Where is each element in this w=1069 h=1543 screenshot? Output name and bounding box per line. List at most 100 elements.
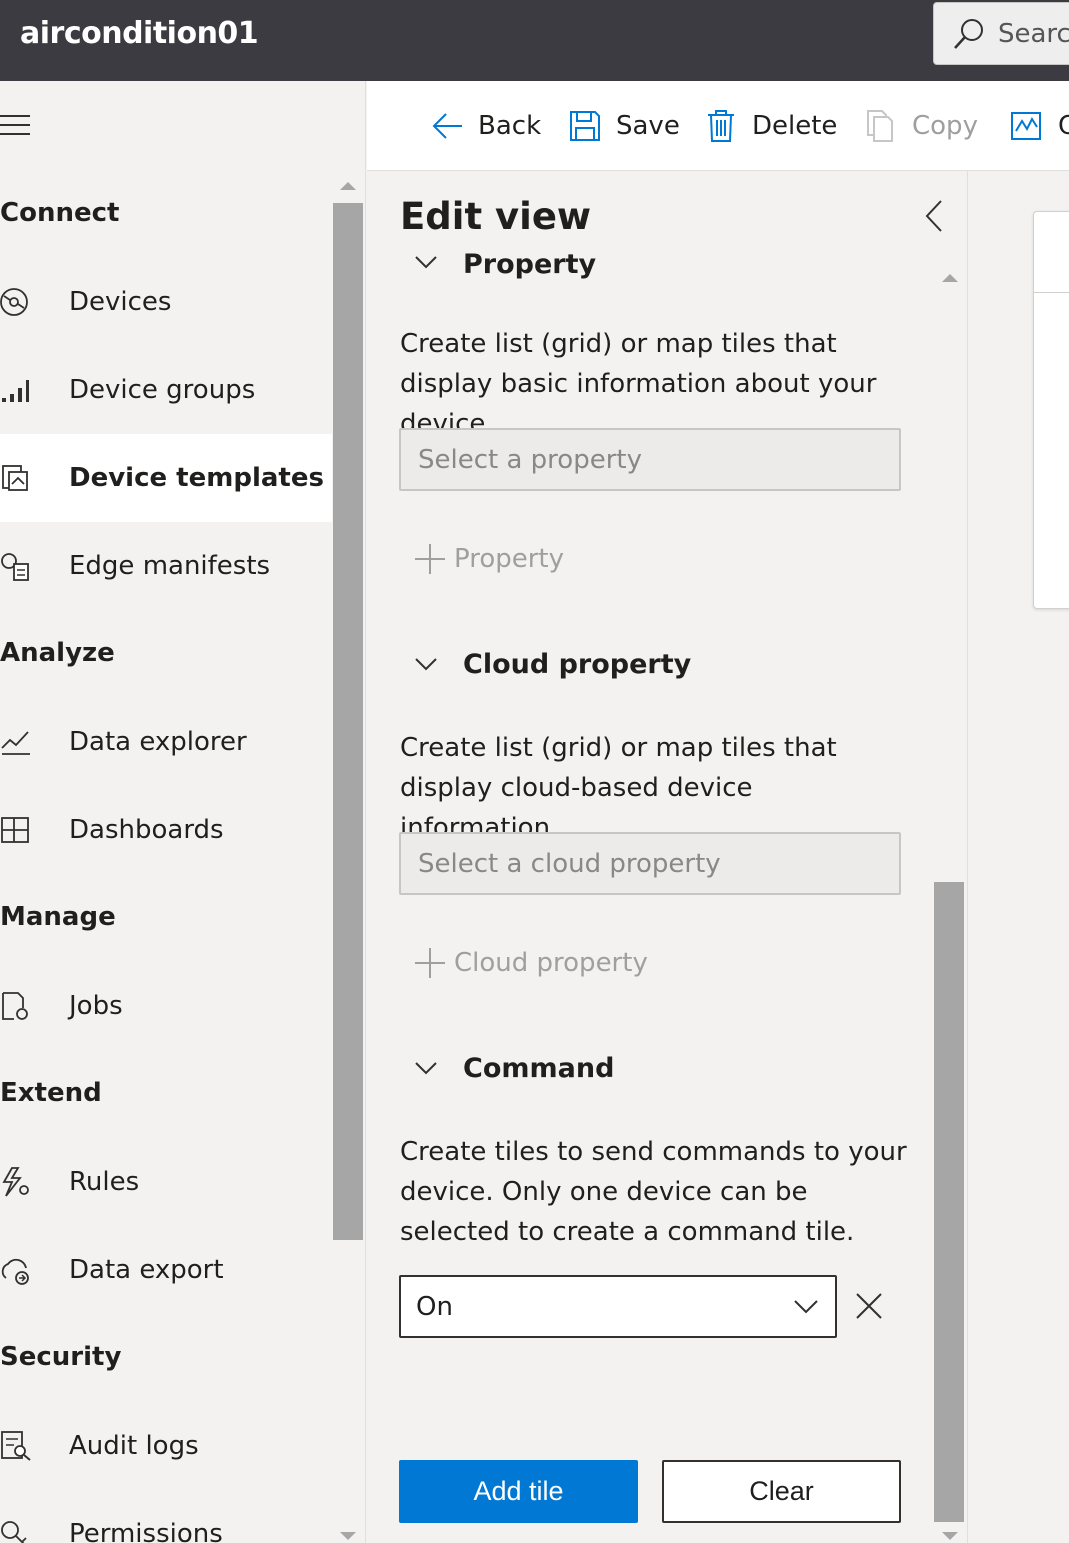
sidebar-item-label: Jobs: [69, 991, 123, 1021]
delete-label: Delete: [752, 111, 838, 141]
hamburger-menu-icon[interactable]: [0, 115, 32, 137]
nav-section-analyze: Analyze: [0, 638, 115, 668]
section-property-header[interactable]: Property: [414, 245, 596, 285]
top-header-bar: aircondition01 Search: [0, 0, 1069, 81]
sidebar-item-label: Data export: [69, 1255, 224, 1285]
configure-label: C: [1058, 111, 1069, 141]
property-description: Create list (grid) or map tiles that dis…: [400, 329, 877, 439]
select-property-placeholder: Select a property: [418, 444, 642, 475]
copy-label: Copy: [912, 111, 978, 141]
sidebar-scrollbar-thumb[interactable]: [333, 203, 363, 1240]
sidebar-item-devices[interactable]: Devices: [0, 258, 332, 346]
chevron-down-icon: [415, 1061, 437, 1074]
close-icon[interactable]: [855, 1292, 883, 1320]
command-dropdown[interactable]: On: [399, 1275, 837, 1338]
scroll-down-arrow-icon[interactable]: [942, 1532, 958, 1540]
device-groups-icon: [2, 380, 29, 402]
back-button[interactable]: Back: [430, 105, 541, 147]
nav-section-security: Security: [0, 1342, 122, 1372]
add-property-button[interactable]: Property: [414, 543, 564, 575]
sidebar-item-permissions[interactable]: Permissions: [0, 1490, 332, 1543]
sidebar-item-label: Audit logs: [69, 1431, 199, 1461]
sidebar-item-label: Permissions: [69, 1519, 223, 1543]
audit-logs-icon: [1, 1431, 31, 1461]
chevron-down-icon: [415, 256, 437, 269]
tile-divider: [1034, 292, 1069, 293]
edit-view-panel: Edit view Property Create list (grid) or…: [367, 171, 968, 1543]
save-icon: [570, 111, 600, 141]
chevron-down-icon: [794, 1300, 818, 1314]
trash-icon: [708, 110, 734, 142]
section-command-header[interactable]: Command: [414, 1053, 614, 1084]
rules-icon: [2, 1167, 29, 1197]
sidebar-item-jobs[interactable]: Jobs: [0, 962, 332, 1050]
back-arrow-icon: [432, 113, 462, 139]
sidebar-item-data-explorer[interactable]: Data explorer: [0, 698, 332, 786]
sidebar-item-label: Data explorer: [69, 727, 247, 757]
command-toolbar: Back Save Delete Copy C: [367, 81, 1069, 171]
sidebar-item-label: Edge manifests: [69, 551, 271, 581]
dashboards-icon: [1, 817, 29, 843]
select-cloud-property-placeholder: Select a cloud property: [418, 848, 721, 879]
search-icon: [954, 18, 983, 49]
sidebar-item-device-templates[interactable]: Device templates: [0, 434, 332, 522]
command-dropdown-value: On: [416, 1291, 453, 1322]
copy-button[interactable]: Copy: [864, 105, 978, 147]
sidebar-item-label: Dashboards: [69, 815, 224, 845]
app-title: aircondition01: [20, 16, 259, 51]
sidebar-item-rules[interactable]: Rules: [0, 1138, 332, 1226]
sidebar-item-label: Device templates: [69, 463, 324, 493]
data-export-icon: [1, 1258, 29, 1285]
section-cloud-property-header[interactable]: Cloud property: [414, 649, 691, 680]
section-cloud-property-title: Cloud property: [463, 649, 692, 680]
back-label: Back: [478, 111, 542, 141]
cloud-property-description: Create list (grid) or map tiles that dis…: [400, 733, 837, 843]
add-cloud-property-button[interactable]: Cloud property: [414, 947, 648, 979]
scroll-up-arrow-icon[interactable]: [340, 182, 356, 190]
permissions-icon: [1, 1521, 27, 1543]
edge-manifests-icon: [1, 553, 29, 581]
sidebar-item-device-groups[interactable]: Device groups: [0, 346, 332, 434]
left-navigation: Connect Devices Device groups Device tem…: [0, 81, 366, 1543]
data-explorer-icon: [1, 731, 30, 755]
nav-section-extend: Extend: [0, 1078, 102, 1108]
scroll-up-arrow-icon[interactable]: [942, 274, 958, 282]
select-cloud-property-field[interactable]: Select a cloud property: [399, 832, 901, 895]
devices-icon: [0, 288, 28, 316]
nav-section-connect: Connect: [0, 198, 120, 228]
sidebar-item-data-export[interactable]: Data export: [0, 1226, 332, 1314]
scroll-down-arrow-icon[interactable]: [340, 1532, 356, 1540]
add-property-label: Property: [454, 544, 565, 574]
delete-button[interactable]: Delete: [704, 105, 837, 147]
search-placeholder[interactable]: Search: [998, 19, 1069, 49]
view-canvas: [969, 171, 1069, 1543]
nav-section-manage: Manage: [0, 902, 116, 932]
sidebar-item-label: Rules: [69, 1167, 140, 1197]
copy-icon: [867, 110, 893, 142]
configure-button[interactable]: C: [1010, 105, 1069, 147]
panel-scrollbar-thumb[interactable]: [934, 882, 964, 1522]
add-cloud-property-label: Cloud property: [454, 948, 648, 978]
sidebar-item-edge-manifests[interactable]: Edge manifests: [0, 522, 332, 610]
section-property-title: Property: [463, 249, 597, 280]
tile-preview-card[interactable]: [1033, 211, 1069, 609]
panel-title: Edit view: [400, 195, 592, 238]
save-label: Save: [616, 111, 680, 141]
chevron-down-icon: [415, 657, 437, 670]
plus-icon: [415, 948, 445, 978]
command-description: Create tiles to send commands to your de…: [400, 1137, 907, 1247]
collapse-chevron-left-icon[interactable]: [923, 199, 945, 233]
sidebar-item-label: Devices: [69, 287, 172, 317]
search-box[interactable]: Search: [933, 2, 1069, 65]
save-button[interactable]: Save: [568, 105, 680, 147]
jobs-icon: [2, 992, 28, 1020]
sidebar-item-audit-logs[interactable]: Audit logs: [0, 1402, 332, 1490]
clear-button[interactable]: Clear: [662, 1460, 901, 1523]
device-templates-icon: [2, 465, 28, 491]
sidebar-item-label: Device groups: [69, 375, 256, 405]
select-property-field[interactable]: Select a property: [399, 428, 901, 491]
section-command-title: Command: [463, 1053, 615, 1084]
chart-icon: [1011, 112, 1041, 140]
add-tile-button[interactable]: Add tile: [399, 1460, 638, 1523]
sidebar-item-dashboards[interactable]: Dashboards: [0, 786, 332, 874]
